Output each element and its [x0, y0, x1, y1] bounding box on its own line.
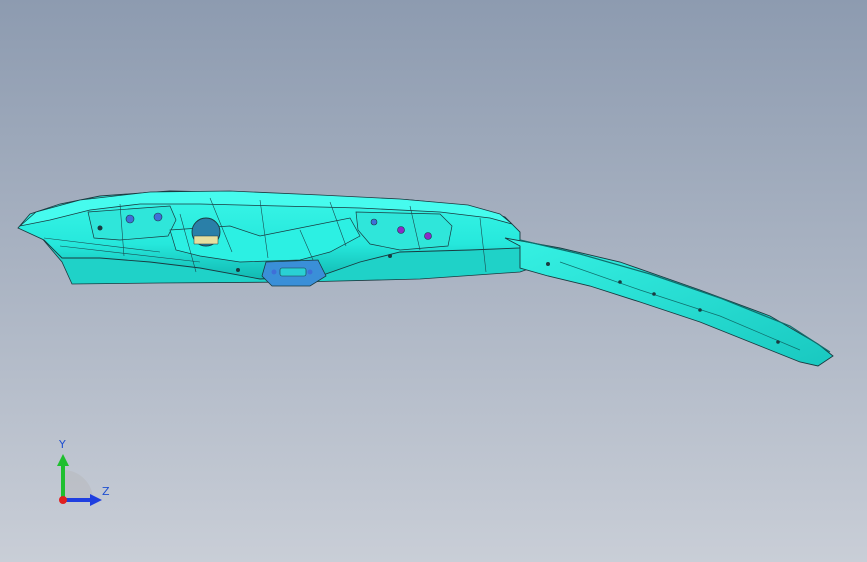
part-slot — [279, 267, 307, 277]
part-hole — [370, 218, 378, 226]
model-canvas[interactable] — [0, 0, 867, 562]
part-hole — [618, 280, 622, 284]
part-hole — [652, 292, 656, 296]
part-hole-accent — [397, 226, 405, 234]
coordinate-triad: Y Z — [40, 436, 130, 516]
part-hole — [776, 340, 780, 344]
triad-z-label: Z — [102, 485, 110, 498]
part-hole — [307, 269, 313, 275]
graphics-viewport[interactable]: Y Z — [0, 0, 867, 562]
part-hole — [97, 225, 103, 231]
triad-y-label: Y — [59, 438, 66, 451]
part-left-pocket — [87, 205, 177, 241]
z-axis-arrow — [90, 494, 102, 506]
part-hole — [236, 268, 240, 272]
part-large-hole-inner — [193, 235, 219, 245]
part-hole — [153, 212, 163, 222]
x-axis-origin — [59, 496, 67, 504]
part-hole — [125, 214, 135, 224]
triad-quadrant — [63, 470, 93, 500]
part-hole — [271, 269, 277, 275]
y-axis-arrow — [57, 454, 69, 466]
part-hole — [698, 308, 702, 312]
coordinate-triad-icon — [57, 454, 102, 506]
part-hole — [546, 262, 550, 266]
part-hole — [388, 254, 392, 258]
part-hole-accent — [424, 232, 432, 240]
